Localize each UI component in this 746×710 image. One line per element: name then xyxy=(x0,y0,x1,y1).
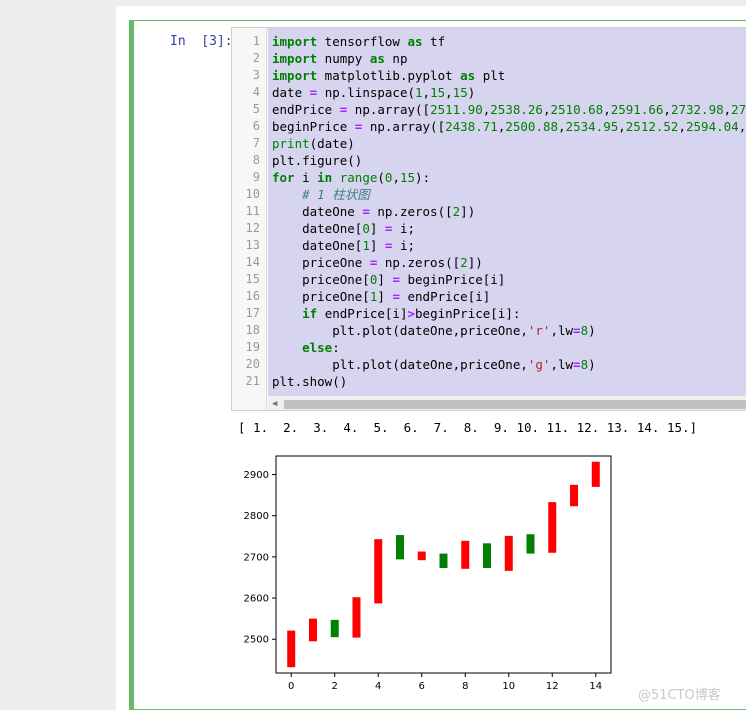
candle-bar-8 xyxy=(461,540,470,569)
line-number: 18 xyxy=(245,323,260,337)
code-line[interactable]: priceOne[1] = endPrice[i] xyxy=(272,288,490,305)
candle-bar-5 xyxy=(395,535,404,560)
candle-bar-4 xyxy=(374,539,383,604)
line-number: 5 xyxy=(252,102,260,116)
code-line[interactable]: import tensorflow as tf xyxy=(272,33,445,50)
x-tick-label: 8 xyxy=(462,681,468,692)
y-tick-label: 2500 xyxy=(244,635,269,646)
candle-bar-0 xyxy=(287,630,296,668)
x-tick-label: 0 xyxy=(288,681,294,692)
code-editor[interactable]: 1 2 3 4 5 6 7 8 9 10 11 12 13 14 15 16 17 18 19 20 21 import… xyxy=(231,27,746,411)
candle-bar-10 xyxy=(504,535,513,571)
code-line[interactable]: for i in range(0,15): xyxy=(272,169,430,186)
scrollbar-thumb[interactable] xyxy=(284,400,746,409)
line-number: 4 xyxy=(252,85,260,99)
code-line[interactable]: import matplotlib.pyplot as plt xyxy=(272,67,505,84)
x-tick-label: 10 xyxy=(502,681,515,692)
line-number: 9 xyxy=(252,170,260,184)
candle-bar-14 xyxy=(591,461,600,487)
line-number: 12 xyxy=(245,221,260,235)
input-prompt: In [3]: xyxy=(170,34,233,49)
y-tick-label: 2900 xyxy=(244,470,269,481)
candle-bar-7 xyxy=(439,553,448,568)
line-number: 3 xyxy=(252,68,260,82)
x-tick-label: 12 xyxy=(546,681,559,692)
code-area[interactable]: import tensorflow as tf import numpy as n… xyxy=(268,28,746,396)
x-tick-label: 6 xyxy=(419,681,425,692)
code-line[interactable]: dateOne = np.zeros([2]) xyxy=(272,203,475,220)
line-number: 8 xyxy=(252,153,260,167)
candle-bar-9 xyxy=(483,543,492,568)
y-tick-label: 2800 xyxy=(244,511,269,522)
line-number: 1 xyxy=(252,34,260,48)
line-number: 11 xyxy=(245,204,260,218)
line-number: 10 xyxy=(245,187,260,201)
candle-bar-13 xyxy=(570,484,579,507)
cell-output-text: [ 1. 2. 3. 4. 5. 6. 7. 8. 9. 10. 11. 12.… xyxy=(238,420,698,435)
line-number: 16 xyxy=(245,289,260,303)
line-number-gutter: 1 2 3 4 5 6 7 8 9 10 11 12 13 14 15 16 17 18 19 20 21 xyxy=(232,28,267,410)
line-number: 14 xyxy=(245,255,260,269)
line-number: 7 xyxy=(252,136,260,150)
line-number: 21 xyxy=(245,374,260,388)
code-line[interactable]: beginPrice = np.array([2438.71,2500.88,2… xyxy=(272,118,746,135)
x-tick-label: 2 xyxy=(332,681,338,692)
candle-bar-1 xyxy=(308,618,317,642)
candle-bar-6 xyxy=(417,551,426,561)
candle-bar-2 xyxy=(330,619,339,638)
watermark: @51CTO博客 xyxy=(638,688,721,703)
candle-bar-12 xyxy=(548,502,557,553)
code-line[interactable]: endPrice = np.array([2511.90,2538.26,251… xyxy=(272,101,746,118)
line-number: 19 xyxy=(245,340,260,354)
x-tick-label: 4 xyxy=(375,681,381,692)
candle-bar-3 xyxy=(352,597,361,638)
line-number: 17 xyxy=(245,306,260,320)
code-line[interactable]: if endPrice[i]>beginPrice[i]: xyxy=(272,305,520,322)
code-line[interactable]: priceOne = np.zeros([2]) xyxy=(272,254,483,271)
candle-bar-11 xyxy=(526,534,535,554)
code-line[interactable]: plt.figure() xyxy=(272,152,362,169)
line-number: 13 xyxy=(245,238,260,252)
scroll-left-arrow-icon[interactable]: ◀ xyxy=(272,399,277,409)
code-line[interactable]: else: xyxy=(272,339,340,356)
code-line[interactable]: # 1 柱状图 xyxy=(272,186,370,203)
code-line[interactable]: priceOne[0] = beginPrice[i] xyxy=(272,271,505,288)
code-line[interactable]: plt.plot(dateOne,priceOne,'r',lw=8) xyxy=(272,322,595,339)
horizontal-scrollbar[interactable]: ◀ xyxy=(268,396,746,410)
code-line[interactable]: dateOne[0] = i; xyxy=(272,220,415,237)
code-line[interactable]: import numpy as np xyxy=(272,50,407,67)
y-tick-label: 2600 xyxy=(244,594,269,605)
code-line[interactable]: print(date) xyxy=(272,135,355,152)
x-tick-label: 14 xyxy=(589,681,602,692)
line-number: 20 xyxy=(245,357,260,371)
line-number: 2 xyxy=(252,51,260,65)
code-line[interactable]: plt.plot(dateOne,priceOne,'g',lw=8) xyxy=(272,356,595,373)
line-number: 15 xyxy=(245,272,260,286)
code-line[interactable]: plt.show() xyxy=(272,373,347,390)
candlestick-plot: 0 2 4 6 8 10 12 14 2500 2600 2700 2800 2900 xyxy=(244,455,612,692)
code-line[interactable]: dateOne[1] = i; xyxy=(272,237,415,254)
line-number: 6 xyxy=(252,119,260,133)
code-line[interactable]: date = np.linspace(1,15,15) xyxy=(272,84,475,101)
y-tick-label: 2700 xyxy=(244,552,269,563)
